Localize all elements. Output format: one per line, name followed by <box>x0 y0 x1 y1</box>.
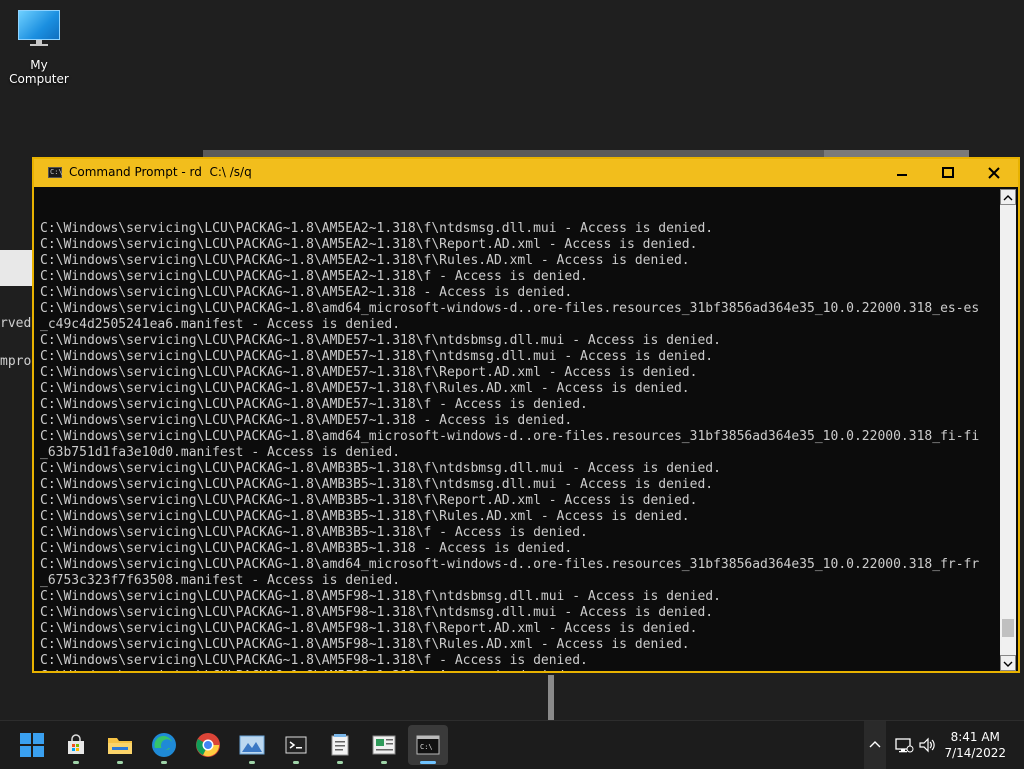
store-button[interactable] <box>56 725 96 765</box>
cmd-app-icon[interactable]: C:\ <box>48 167 63 178</box>
background-text-fragment: rved <box>0 316 32 331</box>
title-bar[interactable]: C:\ Command Prompt - rd C:\ /s/q <box>34 159 1018 187</box>
background-window-panel <box>0 250 33 286</box>
close-button[interactable] <box>972 159 1017 187</box>
edge-button[interactable] <box>144 725 184 765</box>
news-button[interactable] <box>364 725 404 765</box>
network-icon <box>895 738 914 753</box>
desktop-icon-my-computer[interactable]: My Computer <box>0 10 78 86</box>
chrome-button[interactable] <box>188 725 228 765</box>
console-line: C:\Windows\servicing\LCU\PACKAG~1.8\AMB3… <box>40 509 690 524</box>
background-text-fragment: mpro <box>0 354 32 369</box>
svg-text:C:\: C:\ <box>420 743 433 751</box>
window-title: Command Prompt - rd C:\ /s/q <box>69 165 252 179</box>
monitor-icon <box>18 10 60 46</box>
notepad-button[interactable] <box>320 725 360 765</box>
console-line: C:\Windows\servicing\LCU\PACKAG~1.8\AMDE… <box>40 365 698 380</box>
file-explorer-button[interactable] <box>100 725 140 765</box>
console-line: C:\Windows\servicing\LCU\PACKAG~1.8\AMDE… <box>40 349 714 364</box>
console-line: _6753c323f7f63508.manifest - Access is d… <box>40 573 401 588</box>
console-line: C:\Windows\servicing\LCU\PACKAG~1.8\AM5E… <box>40 237 698 252</box>
console-line: C:\Windows\servicing\LCU\PACKAG~1.8\AMB3… <box>40 461 721 476</box>
terminal-app-button[interactable] <box>276 725 316 765</box>
taskbar: C:\ 8:41 AM 7/14/2022 <box>0 720 1024 769</box>
console-line: C:\Windows\servicing\LCU\PACKAG~1.8\AM5E… <box>40 269 588 284</box>
chevron-up-icon <box>1003 195 1013 201</box>
console-line: C:\Windows\servicing\LCU\PACKAG~1.8\AMDE… <box>40 413 573 428</box>
console-line: C:\Windows\servicing\LCU\PACKAG~1.8\amd6… <box>40 429 980 444</box>
console-line: C:\Windows\servicing\LCU\PACKAG~1.8\AMB3… <box>40 541 573 556</box>
vertical-scrollbar[interactable] <box>1000 189 1016 671</box>
console-line: C:\Windows\servicing\LCU\PACKAG~1.8\AM5F… <box>40 589 721 604</box>
scroll-up-button[interactable] <box>1000 189 1016 205</box>
minimize-icon <box>897 174 907 176</box>
photos-button[interactable] <box>232 725 272 765</box>
clock-time: 8:41 AM <box>950 730 1000 744</box>
show-hidden-icons-button[interactable] <box>864 721 886 769</box>
cmd-icon: C:\ <box>416 735 440 755</box>
scroll-thumb[interactable] <box>1002 619 1014 637</box>
system-clock[interactable]: 8:41 AM 7/14/2022 <box>944 729 1006 761</box>
minimize-button[interactable] <box>880 159 925 187</box>
terminal-icon <box>285 736 307 754</box>
command-prompt-button[interactable]: C:\ <box>408 725 448 765</box>
background-scrollbar <box>548 675 554 720</box>
console-line: C:\Windows\servicing\LCU\PACKAG~1.8\AM5F… <box>40 621 698 636</box>
store-bag-icon <box>68 734 84 754</box>
console-line: C:\Windows\servicing\LCU\PACKAG~1.8\AM5E… <box>40 285 573 300</box>
console-output[interactable]: C:\Windows\servicing\LCU\PACKAG~1.8\AM5E… <box>40 189 1000 671</box>
start-button[interactable] <box>12 725 52 765</box>
chrome-icon <box>196 733 220 757</box>
scroll-track[interactable] <box>1000 205 1016 655</box>
network-button[interactable] <box>894 721 914 769</box>
console-line: _c49c4d2505241ea6.manifest - Access is d… <box>40 317 401 332</box>
volume-button[interactable] <box>918 721 938 769</box>
chevron-down-icon <box>1003 661 1013 667</box>
windows-logo-icon <box>20 733 44 757</box>
clock-date: 7/14/2022 <box>944 746 1006 760</box>
speaker-icon <box>919 737 935 753</box>
console-line: C:\Windows\servicing\LCU\PACKAG~1.8\AM5F… <box>40 637 690 652</box>
console-line: C:\Windows\servicing\LCU\PACKAG~1.8\AM5F… <box>40 653 588 668</box>
maximize-button[interactable] <box>926 159 971 187</box>
console-line: C:\Windows\servicing\LCU\PACKAG~1.8\AM5E… <box>40 221 714 236</box>
notepad-icon <box>331 734 349 756</box>
console-line: C:\Windows\servicing\LCU\PACKAG~1.8\AMDE… <box>40 333 721 348</box>
folder-icon <box>108 738 132 754</box>
console-line: C:\Windows\servicing\LCU\PACKAG~1.8\amd6… <box>40 301 980 316</box>
console-line: _63b751d1fa3e10d0.manifest - Access is d… <box>40 445 401 460</box>
desktop-icon-label: My Computer <box>9 58 69 86</box>
console-line: C:\Windows\servicing\LCU\PACKAG~1.8\AMDE… <box>40 381 690 396</box>
console-line: C:\Windows\servicing\LCU\PACKAG~1.8\AM5F… <box>40 669 1000 671</box>
maximize-icon <box>942 167 954 178</box>
console-line: C:\Windows\servicing\LCU\PACKAG~1.8\amd6… <box>40 557 980 572</box>
image-icon <box>239 735 265 755</box>
console-line: C:\Windows\servicing\LCU\PACKAG~1.8\AMB3… <box>40 525 588 540</box>
console-line: C:\Windows\servicing\LCU\PACKAG~1.8\AM5E… <box>40 253 690 268</box>
command-prompt-window[interactable]: C:\ Command Prompt - rd C:\ /s/q C:\Wind… <box>32 157 1020 673</box>
edge-icon <box>152 733 176 757</box>
console-line: C:\Windows\servicing\LCU\PACKAG~1.8\AMDE… <box>40 397 588 412</box>
console-line: C:\Windows\servicing\LCU\PACKAG~1.8\AMB3… <box>40 477 714 492</box>
close-icon <box>988 167 1000 179</box>
console-line: C:\Windows\servicing\LCU\PACKAG~1.8\AMB3… <box>40 493 698 508</box>
chevron-up-icon <box>869 741 881 748</box>
console-line: C:\Windows\servicing\LCU\PACKAG~1.8\AM5F… <box>40 605 714 620</box>
scroll-down-button[interactable] <box>1000 655 1016 671</box>
news-icon <box>372 735 396 755</box>
